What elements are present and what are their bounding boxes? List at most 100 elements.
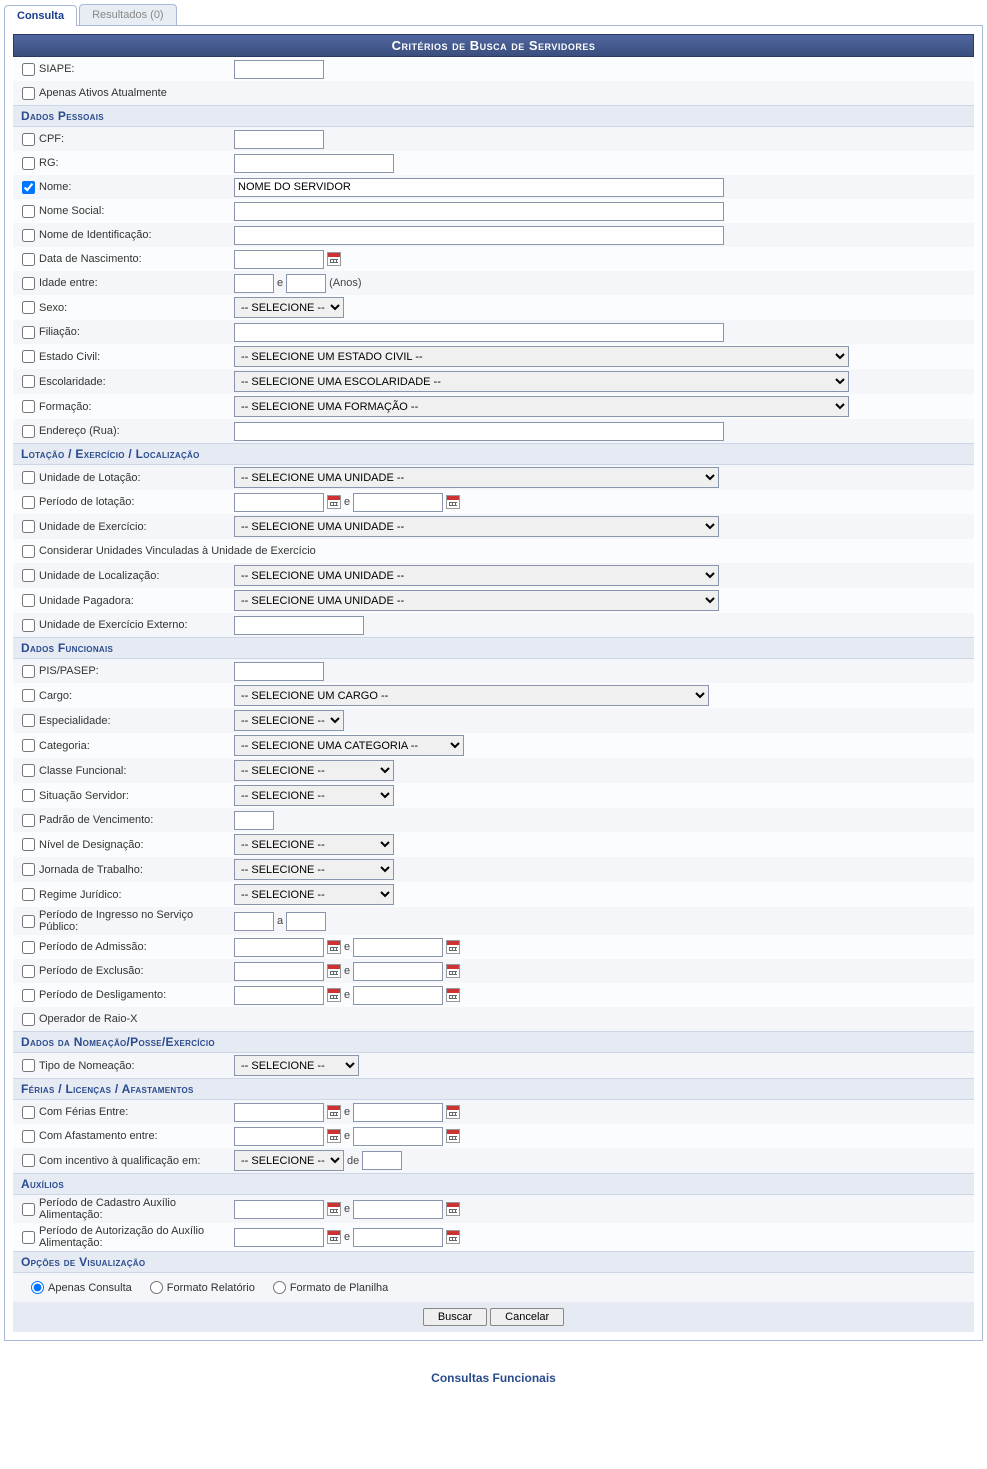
calendar-icon[interactable]: [446, 1105, 460, 1119]
inp-periodo-lotacao-ate[interactable]: [353, 493, 443, 512]
chk-unid-localizacao[interactable]: [22, 569, 35, 582]
chk-categoria[interactable]: [22, 739, 35, 752]
chk-considerar[interactable]: [22, 545, 35, 558]
chk-data-nasc[interactable]: [22, 253, 35, 266]
calendar-icon[interactable]: [446, 1129, 460, 1143]
chk-idade[interactable]: [22, 277, 35, 290]
sel-nivel[interactable]: -- SELECIONE --: [234, 834, 394, 855]
chk-nome-ident[interactable]: [22, 229, 35, 242]
inp-periodo-lotacao-de[interactable]: [234, 493, 324, 512]
inp-idade-de[interactable]: [234, 274, 274, 293]
chk-nome[interactable]: [22, 181, 35, 194]
chk-jornada[interactable]: [22, 863, 35, 876]
calendar-icon[interactable]: [446, 988, 460, 1002]
inp-siape[interactable]: [234, 60, 324, 79]
chk-com-ferias[interactable]: [22, 1106, 35, 1119]
inp-aux-aut-de[interactable]: [234, 1228, 324, 1247]
inp-endereco[interactable]: [234, 422, 724, 441]
sel-tipo-nomeacao[interactable]: -- SELECIONE --: [234, 1055, 359, 1076]
inp-idade-ate[interactable]: [286, 274, 326, 293]
chk-escolaridade[interactable]: [22, 375, 35, 388]
chk-cpf[interactable]: [22, 133, 35, 146]
chk-tipo-nomeacao[interactable]: [22, 1059, 35, 1072]
calendar-icon[interactable]: [327, 1202, 341, 1216]
inp-ferias-ate[interactable]: [353, 1103, 443, 1122]
inp-filiacao[interactable]: [234, 323, 724, 342]
inp-incentivo-ano[interactable]: [362, 1151, 402, 1170]
inp-admissao-ate[interactable]: [353, 938, 443, 957]
chk-nivel[interactable]: [22, 838, 35, 851]
chk-com-incentivo[interactable]: [22, 1154, 35, 1167]
calendar-icon[interactable]: [327, 252, 341, 266]
footer-link[interactable]: Consultas Funcionais: [4, 1371, 983, 1385]
inp-aux-aut-ate[interactable]: [353, 1228, 443, 1247]
chk-ativos[interactable]: [22, 87, 35, 100]
chk-cargo[interactable]: [22, 689, 35, 702]
calendar-icon[interactable]: [327, 1129, 341, 1143]
chk-admissao[interactable]: [22, 941, 35, 954]
inp-exclusao-de[interactable]: [234, 962, 324, 981]
chk-padrao[interactable]: [22, 814, 35, 827]
chk-endereco[interactable]: [22, 425, 35, 438]
inp-afast-ate[interactable]: [353, 1127, 443, 1146]
chk-unid-lotacao[interactable]: [22, 471, 35, 484]
calendar-icon[interactable]: [446, 1202, 460, 1216]
radio-relatorio[interactable]: [150, 1281, 163, 1294]
chk-formacao[interactable]: [22, 400, 35, 413]
buscar-button[interactable]: Buscar: [423, 1308, 487, 1326]
chk-ingresso[interactable]: [22, 915, 35, 928]
calendar-icon[interactable]: [446, 1230, 460, 1244]
calendar-icon[interactable]: [327, 1230, 341, 1244]
sel-formacao[interactable]: -- SELECIONE UMA FORMAÇÃO --: [234, 396, 849, 417]
calendar-icon[interactable]: [327, 1105, 341, 1119]
inp-nome-ident[interactable]: [234, 226, 724, 245]
chk-unid-exercicio[interactable]: [22, 520, 35, 533]
sel-unid-exercicio[interactable]: -- SELECIONE UMA UNIDADE --: [234, 516, 719, 537]
sel-classe[interactable]: -- SELECIONE --: [234, 760, 394, 781]
inp-data-nasc[interactable]: [234, 250, 324, 269]
calendar-icon[interactable]: [327, 988, 341, 1002]
sel-cargo[interactable]: -- SELECIONE UM CARGO --: [234, 685, 709, 706]
sel-categoria[interactable]: -- SELECIONE UMA CATEGORIA --: [234, 735, 464, 756]
inp-pis[interactable]: [234, 662, 324, 681]
sel-estado-civil[interactable]: -- SELECIONE UM ESTADO CIVIL --: [234, 346, 849, 367]
sel-regime[interactable]: -- SELECIONE --: [234, 884, 394, 905]
cancelar-button[interactable]: Cancelar: [490, 1308, 564, 1326]
chk-aux-autorizacao[interactable]: [22, 1231, 35, 1244]
tab-resultados[interactable]: Resultados (0): [79, 4, 177, 25]
calendar-icon[interactable]: [327, 964, 341, 978]
sel-unid-pagadora[interactable]: -- SELECIONE UMA UNIDADE --: [234, 590, 719, 611]
calendar-icon[interactable]: [446, 940, 460, 954]
sel-situacao[interactable]: -- SELECIONE --: [234, 785, 394, 806]
inp-unid-ext[interactable]: [234, 616, 364, 635]
chk-exclusao[interactable]: [22, 965, 35, 978]
inp-exclusao-ate[interactable]: [353, 962, 443, 981]
inp-desligamento-de[interactable]: [234, 986, 324, 1005]
chk-situacao[interactable]: [22, 789, 35, 802]
chk-pis[interactable]: [22, 665, 35, 678]
inp-nome[interactable]: [234, 178, 724, 197]
calendar-icon[interactable]: [446, 964, 460, 978]
chk-unid-ext[interactable]: [22, 619, 35, 632]
sel-sexo[interactable]: -- SELECIONE --: [234, 297, 344, 318]
inp-desligamento-ate[interactable]: [353, 986, 443, 1005]
sel-jornada[interactable]: -- SELECIONE --: [234, 859, 394, 880]
inp-ferias-de[interactable]: [234, 1103, 324, 1122]
sel-especialidade[interactable]: -- SELECIONE --: [234, 710, 344, 731]
tab-consulta[interactable]: Consulta: [4, 5, 77, 26]
calendar-icon[interactable]: [446, 495, 460, 509]
chk-com-afast[interactable]: [22, 1130, 35, 1143]
sel-incentivo[interactable]: -- SELECIONE --: [234, 1150, 344, 1171]
chk-aux-cadastro[interactable]: [22, 1203, 35, 1216]
inp-ingresso-ate[interactable]: [286, 912, 326, 931]
inp-cpf[interactable]: [234, 130, 324, 149]
inp-rg[interactable]: [234, 154, 394, 173]
chk-raiox[interactable]: [22, 1013, 35, 1026]
inp-admissao-de[interactable]: [234, 938, 324, 957]
calendar-icon[interactable]: [327, 495, 341, 509]
chk-desligamento[interactable]: [22, 989, 35, 1002]
chk-rg[interactable]: [22, 157, 35, 170]
calendar-icon[interactable]: [327, 940, 341, 954]
inp-padrao[interactable]: [234, 811, 274, 830]
sel-unid-localizacao[interactable]: -- SELECIONE UMA UNIDADE --: [234, 565, 719, 586]
